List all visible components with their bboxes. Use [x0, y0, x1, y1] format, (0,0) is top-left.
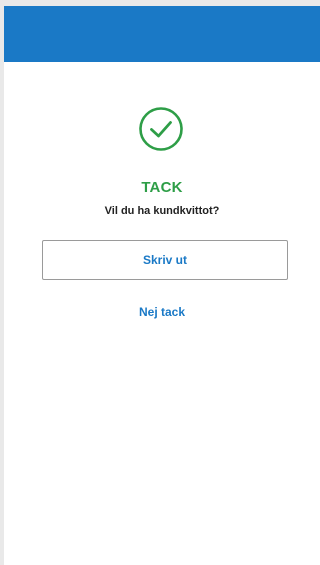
print-receipt-button[interactable]: Skriv ut [42, 240, 288, 280]
print-receipt-label: Skriv ut [142, 253, 187, 267]
receipt-question: Vil du ha kundkvittot? [104, 205, 220, 217]
thanks-title: TACK [141, 179, 183, 196]
check-circle-icon [138, 106, 184, 152]
decline-receipt-container: Nej tack [4, 305, 320, 319]
receipt-screen: TACK Vil du ha kundkvittot? Skriv ut Nej… [4, 6, 320, 565]
top-bar [4, 6, 320, 62]
decline-receipt-link[interactable]: Nej tack [139, 305, 185, 319]
